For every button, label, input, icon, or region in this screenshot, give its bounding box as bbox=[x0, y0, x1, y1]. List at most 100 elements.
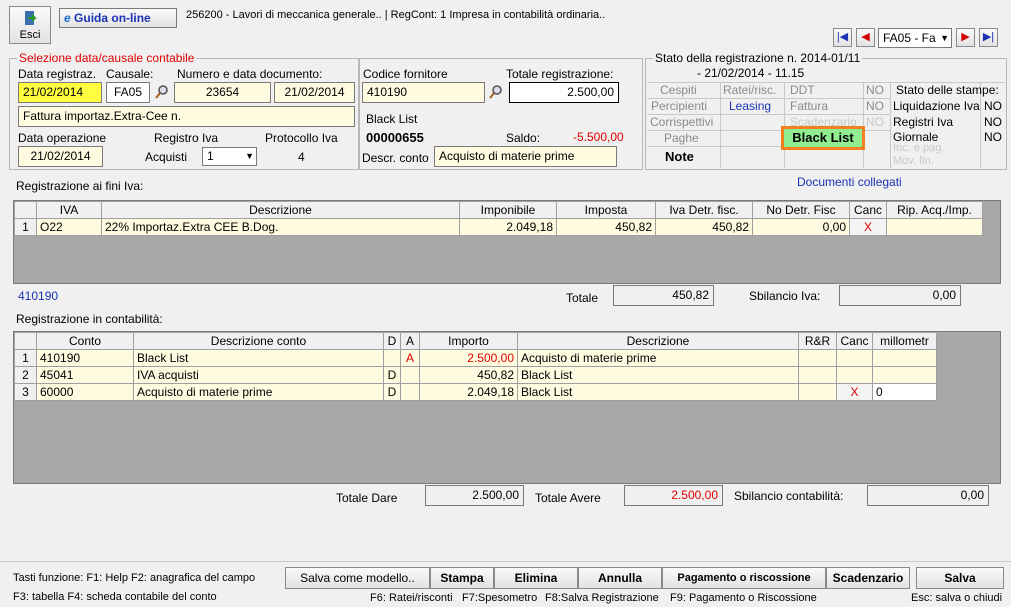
data-doc-field[interactable]: 21/02/2014 bbox=[274, 82, 355, 103]
conto-cell[interactable]: 60000 bbox=[36, 383, 134, 401]
avere-cell[interactable]: A bbox=[400, 349, 420, 367]
causale-combo[interactable]: FA05 - Fa ▼ bbox=[878, 28, 952, 48]
importo-cell[interactable]: 2.500,00 bbox=[419, 349, 518, 367]
row-number: 3 bbox=[14, 383, 37, 401]
dare-cell[interactable]: D bbox=[383, 383, 401, 401]
giornale-label: Giornale bbox=[893, 130, 939, 144]
f7-hint: F7:Spesometro bbox=[462, 592, 538, 604]
iva-col-rip: Rip. Acq./Imp. bbox=[886, 201, 983, 219]
iva-col-detr: Iva Detr. fisc. bbox=[655, 201, 753, 219]
ratei-label[interactable]: Ratei/risc. bbox=[723, 82, 776, 99]
f6-hint: F6: Ratei/risconti bbox=[370, 592, 453, 604]
search-icon[interactable] bbox=[488, 84, 504, 100]
scadenzario-button[interactable]: Scadenzario bbox=[826, 567, 910, 589]
canc-cell[interactable] bbox=[836, 349, 873, 367]
iva-header-row: IVA Descrizione Imponibile Imposta Iva D… bbox=[14, 201, 983, 219]
iva-col-rownum bbox=[14, 201, 37, 219]
percipienti-label[interactable]: Percipienti bbox=[651, 98, 707, 115]
avere-cell[interactable] bbox=[400, 366, 420, 384]
salva-button[interactable]: Salva bbox=[916, 567, 1004, 589]
salva-modello-button[interactable]: Salva come modello.. bbox=[285, 567, 430, 589]
detr-cell[interactable]: 450,82 bbox=[655, 218, 753, 236]
pagamento-button[interactable]: Pagamento o riscossione bbox=[662, 567, 826, 589]
importo-cell[interactable]: 2.049,18 bbox=[419, 383, 518, 401]
descr-conto-cell[interactable]: Black List bbox=[133, 349, 384, 367]
millometr-cell[interactable]: 0 bbox=[872, 383, 937, 401]
table-row[interactable]: 1 410190 Black List A 2.500,00 Acquisto … bbox=[14, 349, 937, 367]
importo-cell[interactable]: 450,82 bbox=[419, 366, 518, 384]
millometr-cell[interactable] bbox=[872, 366, 937, 384]
registro-num-select[interactable]: 1 ▼ bbox=[202, 147, 257, 166]
sbilancio-cont-label: Sbilancio contabilità: bbox=[734, 489, 844, 503]
cespiti-label[interactable]: Cespiti bbox=[660, 82, 697, 99]
table-row[interactable]: 1 O22 22% Importaz.Extra CEE B.Dog. 2.04… bbox=[14, 218, 983, 236]
iva-code-cell[interactable]: O22 bbox=[36, 218, 102, 236]
iva-col-nodetr: No Detr. Fisc bbox=[752, 201, 850, 219]
stampa-button[interactable]: Stampa bbox=[430, 567, 494, 589]
data-reg-label: Data registraz. bbox=[18, 67, 97, 81]
dare-cell[interactable]: D bbox=[383, 366, 401, 384]
footer-divider bbox=[0, 561, 1011, 562]
leasing-label[interactable]: Leasing bbox=[729, 98, 771, 115]
delete-row-button[interactable]: X bbox=[849, 218, 887, 236]
last-record-button[interactable]: ▶| bbox=[979, 28, 998, 47]
corrispettivi-label[interactable]: Corrispettivi bbox=[650, 114, 713, 131]
num-doc-field[interactable]: 23654 bbox=[174, 82, 271, 103]
exit-button[interactable]: Esci bbox=[9, 6, 51, 44]
imponibile-cell[interactable]: 2.049,18 bbox=[459, 218, 557, 236]
codice-fornitore-label: Codice fornitore bbox=[363, 67, 448, 81]
iva-totale-field: 450,82 bbox=[613, 285, 714, 306]
annulla-button[interactable]: Annulla bbox=[578, 567, 662, 589]
delete-x-icon: X bbox=[863, 220, 872, 234]
rr-cell[interactable] bbox=[798, 383, 837, 401]
cont-col-millometr: millometr bbox=[872, 332, 937, 350]
delete-row-button[interactable]: X bbox=[836, 383, 873, 401]
prev-record-button[interactable]: ◀ bbox=[856, 28, 875, 47]
mov-fin-label[interactable]: Mov. fin. bbox=[893, 153, 934, 170]
descr-conto-field[interactable]: Acquisto di materie prime bbox=[434, 146, 617, 167]
rr-cell[interactable] bbox=[798, 366, 837, 384]
causale-field[interactable]: FA05 bbox=[106, 82, 150, 103]
rip-cell[interactable] bbox=[886, 218, 983, 236]
elimina-button[interactable]: Elimina bbox=[494, 567, 578, 589]
millometr-cell[interactable] bbox=[872, 349, 937, 367]
ddt-label[interactable]: DDT bbox=[790, 82, 815, 99]
first-record-button[interactable]: |◀ bbox=[833, 28, 852, 47]
conto-cell[interactable]: 45041 bbox=[36, 366, 134, 384]
guida-label: Guida on-line bbox=[74, 11, 151, 25]
table-row[interactable]: 3 60000 Acquisto di materie prime D 2.04… bbox=[14, 383, 937, 401]
search-icon[interactable] bbox=[154, 84, 170, 100]
descrizione-cell[interactable]: Black List bbox=[517, 383, 799, 401]
iva-descr-cell[interactable]: 22% Importaz.Extra CEE B.Dog. bbox=[101, 218, 460, 236]
imposta-cell[interactable]: 450,82 bbox=[556, 218, 656, 236]
dare-cell[interactable] bbox=[383, 349, 401, 367]
next-record-button[interactable]: ▶ bbox=[956, 28, 975, 47]
liq-iva-value: NO bbox=[984, 99, 1002, 113]
descr-conto-cell[interactable]: Acquisto di materie prime bbox=[133, 383, 384, 401]
documenti-collegati-link[interactable]: Documenti collegati bbox=[797, 175, 902, 189]
nodetr-cell[interactable]: 0,00 bbox=[752, 218, 850, 236]
descrizione-cell[interactable]: Black List bbox=[517, 366, 799, 384]
data-reg-field[interactable]: 21/02/2014 bbox=[18, 82, 102, 103]
avere-cell[interactable] bbox=[400, 383, 420, 401]
fattura-label[interactable]: Fattura bbox=[790, 98, 828, 115]
cont-col-rr: R&R bbox=[798, 332, 837, 350]
giornale-value: NO bbox=[984, 130, 1002, 144]
totale-reg-field[interactable]: 2.500,00 bbox=[509, 82, 619, 103]
table-row[interactable]: 2 45041 IVA acquisti D 450,82 Black List bbox=[14, 366, 937, 384]
cont-col-canc: Canc bbox=[836, 332, 873, 350]
rr-cell[interactable] bbox=[798, 349, 837, 367]
protocollo-label: Protocollo Iva bbox=[265, 131, 338, 145]
conto-cell[interactable]: 410190 bbox=[36, 349, 134, 367]
descrizione-cell[interactable]: Acquisto di materie prime bbox=[517, 349, 799, 367]
black-list-badge[interactable]: Black List bbox=[781, 126, 865, 150]
canc-cell[interactable] bbox=[836, 366, 873, 384]
descr-conto-cell[interactable]: IVA acquisti bbox=[133, 366, 384, 384]
note-label[interactable]: Note bbox=[665, 148, 694, 165]
guida-online-button[interactable]: e Guida on-line bbox=[59, 8, 177, 28]
fornitore-name: Black List bbox=[366, 112, 418, 126]
paghe-label[interactable]: Paghe bbox=[664, 130, 699, 147]
codice-fornitore-field[interactable]: 410190 bbox=[362, 82, 485, 103]
descrizione-field[interactable]: Fattura importaz.Extra-Cee n. bbox=[18, 106, 355, 127]
data-op-field[interactable]: 21/02/2014 bbox=[18, 146, 103, 167]
